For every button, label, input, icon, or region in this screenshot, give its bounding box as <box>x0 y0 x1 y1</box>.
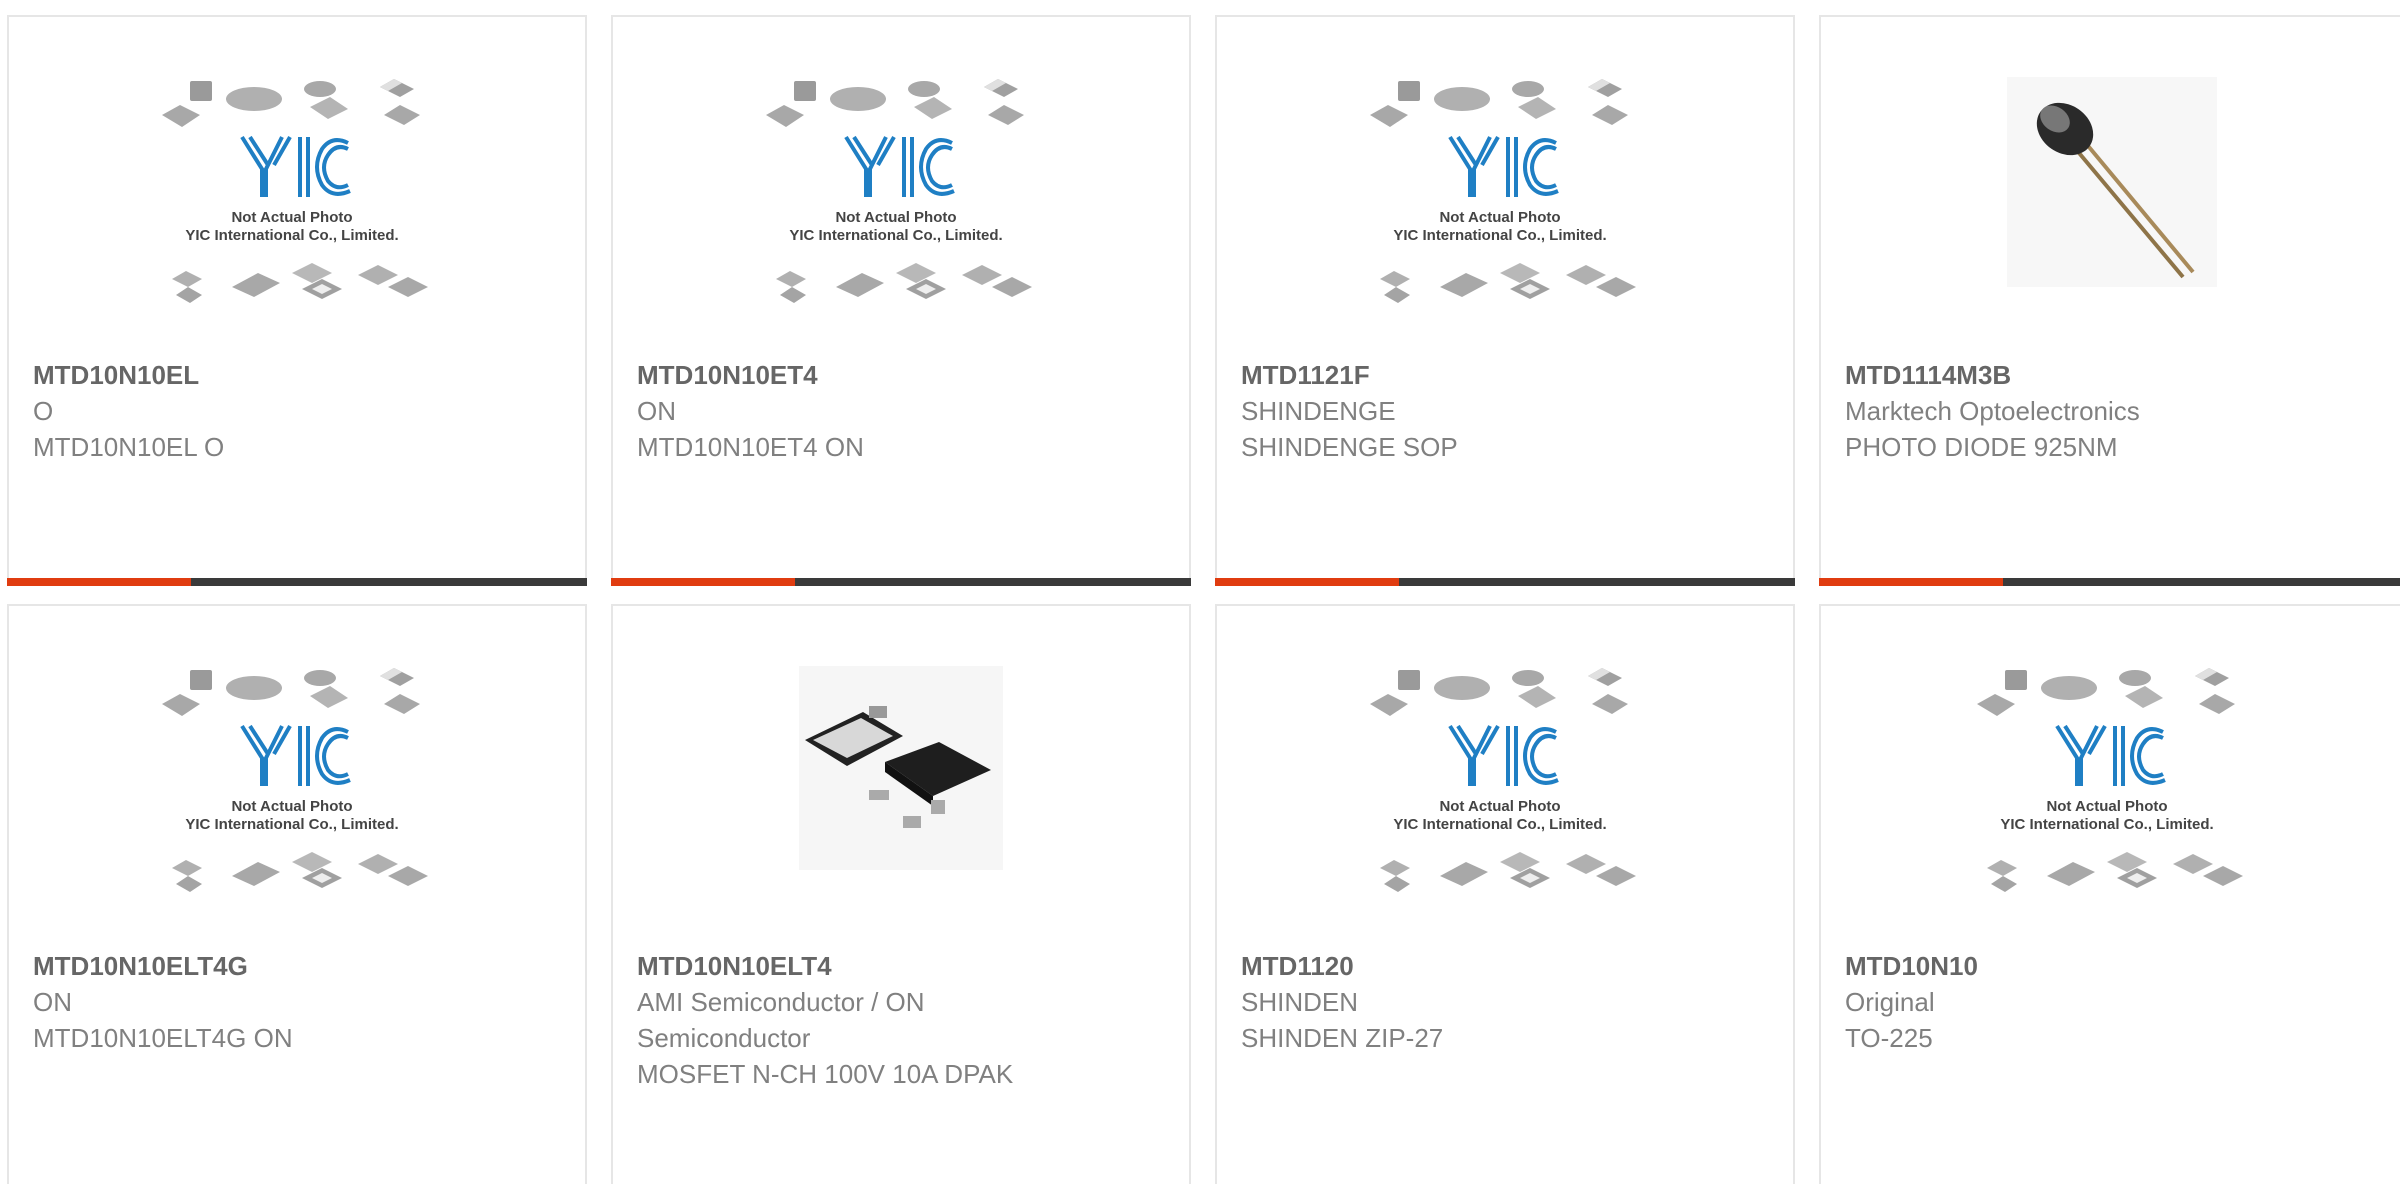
part-number[interactable]: MTD1121F <box>1241 357 1769 393</box>
product-image[interactable] <box>9 666 585 954</box>
part-number[interactable]: MTD1114M3B <box>1845 357 2378 393</box>
card-footer-bar <box>7 578 587 586</box>
product-image[interactable] <box>1217 77 1793 365</box>
description: TO-225 <box>1845 1023 1933 1053</box>
card-footer-accent <box>611 578 795 586</box>
product-card[interactable]: MTD1120 SHINDEN SHINDEN ZIP-27 <box>1215 604 1795 1184</box>
photodiode-photo <box>2006 77 2217 287</box>
product-card[interactable]: MTD10N10ET4 ON MTD10N10ET4 ON <box>611 15 1191 586</box>
manufacturer: Marktech Optoelectronics <box>1845 396 2140 426</box>
manufacturer-continued: Semiconductor <box>637 1023 811 1053</box>
card-footer-accent <box>1215 578 1399 586</box>
product-image[interactable] <box>1217 666 1793 954</box>
description: SHINDEN ZIP-27 <box>1241 1023 1444 1053</box>
product-card[interactable]: MTD10N10 Original TO-225 <box>1819 604 2400 1184</box>
part-number[interactable]: MTD10N10ET4 <box>637 357 1165 393</box>
manufacturer: Original <box>1845 987 1935 1017</box>
product-image[interactable] <box>1821 77 2400 365</box>
description: SHINDENGE SOP <box>1241 432 1458 462</box>
placeholder-logo-image <box>162 77 430 305</box>
placeholder-logo-image <box>1370 666 1638 894</box>
product-image[interactable] <box>613 77 1189 365</box>
card-footer-accent <box>7 578 191 586</box>
product-image[interactable] <box>613 666 1189 954</box>
part-number[interactable]: MTD10N10EL <box>33 357 561 393</box>
card-footer-bar <box>1215 578 1795 586</box>
product-image[interactable] <box>9 77 585 365</box>
product-image[interactable] <box>1821 666 2400 954</box>
placeholder-logo-image <box>766 77 1034 305</box>
product-card[interactable]: MTD1114M3B Marktech Optoelectronics PHOT… <box>1819 15 2400 586</box>
placeholder-logo-image <box>1370 77 1638 305</box>
manufacturer: SHINDEN <box>1241 987 1359 1017</box>
part-number[interactable]: MTD10N10ELT4 <box>637 948 1165 984</box>
product-card[interactable]: MTD10N10ELT4G ON MTD10N10ELT4G ON <box>7 604 587 1184</box>
dpak-photo <box>799 666 1003 870</box>
manufacturer: SHINDENGE <box>1241 396 1396 426</box>
manufacturer: AMI Semiconductor / ON <box>637 987 925 1017</box>
description: MTD10N10ET4 ON <box>637 432 864 462</box>
card-footer-bar <box>611 578 1191 586</box>
placeholder-logo-image <box>1976 666 2245 894</box>
product-card[interactable]: MTD1121F SHINDENGE SHINDENGE SOP <box>1215 15 1795 586</box>
part-number[interactable]: MTD10N10 <box>1845 948 2378 984</box>
manufacturer: O <box>33 396 54 426</box>
card-footer-bar <box>1819 578 2400 586</box>
part-number[interactable]: MTD10N10ELT4G <box>33 948 561 984</box>
product-card[interactable]: MTD10N10ELT4 AMI Semiconductor / ON Semi… <box>611 604 1191 1184</box>
manufacturer: ON <box>33 987 72 1017</box>
description: MOSFET N-CH 100V 10A DPAK <box>637 1059 1014 1089</box>
product-grid: MTD10N10EL O MTD10N10EL O MTD10N10ET4 ON… <box>0 0 2400 1184</box>
part-number[interactable]: MTD1120 <box>1241 948 1769 984</box>
description: MTD10N10EL O <box>33 432 225 462</box>
card-footer-accent <box>1819 578 2003 586</box>
manufacturer: ON <box>637 396 676 426</box>
placeholder-logo-image <box>162 666 430 894</box>
description: MTD10N10ELT4G ON <box>33 1023 293 1053</box>
product-card[interactable]: MTD10N10EL O MTD10N10EL O <box>7 15 587 586</box>
description: PHOTO DIODE 925NM <box>1845 432 2118 462</box>
